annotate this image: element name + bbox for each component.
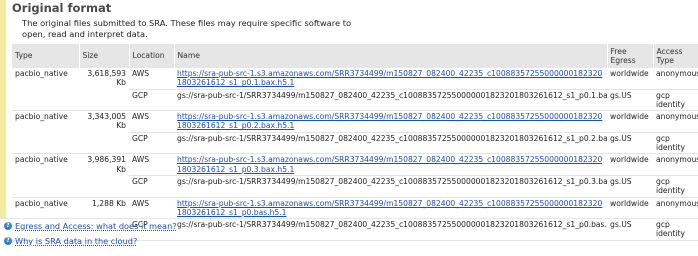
file-size-cell: 3,986,391 Kb xyxy=(79,153,129,198)
file-url-cell: https://sra-pub-src-1.s3.amazonaws.com/S… xyxy=(174,110,607,133)
file-download-link[interactable]: https://sra-pub-src-1.s3.amazonaws.com/S… xyxy=(177,69,602,87)
egress-cell: gs.US xyxy=(607,218,653,241)
file-size-cell: 3,343,005 Kb xyxy=(79,110,129,155)
location-cell: AWS xyxy=(129,197,174,220)
egress-cell: gs.US xyxy=(607,175,653,198)
egress-access-help-link[interactable]: ? Egress and Access: what does it mean? xyxy=(4,221,177,231)
file-type-cell: pacbio_native xyxy=(12,110,79,155)
file-download-link[interactable]: https://sra-pub-src-1.s3.amazonaws.com/S… xyxy=(177,155,602,173)
location-cell: GCP xyxy=(129,132,174,155)
location-cell: AWS xyxy=(129,153,174,176)
file-gs-path-cell: gs://sra-pub-src-1/SRR3734499/m150827_08… xyxy=(174,218,607,241)
column-header-access-type: Access Type xyxy=(653,44,698,68)
file-gs-path-cell: gs://sra-pub-src-1/SRR3734499/m150827_08… xyxy=(174,175,607,198)
file-gs-path-cell: gs://sra-pub-src-1/SRR3734499/m150827_08… xyxy=(174,132,607,155)
column-header-name: Name xyxy=(174,44,608,68)
table-header-row: Type Size Location Name Free Egress Acce… xyxy=(12,44,698,68)
egress-cell: worldwide xyxy=(607,68,653,90)
section-description: The original files submitted to SRA. The… xyxy=(22,18,352,39)
file-type-cell: pacbio_native xyxy=(12,153,79,198)
egress-cell: worldwide xyxy=(607,110,653,133)
question-circle-icon: ? xyxy=(4,222,12,230)
access-cell: anonymous xyxy=(653,110,698,133)
original-format-panel: Original format The original files submi… xyxy=(0,0,698,241)
table-row: pacbio_native 3,343,005 Kb AWS https://s… xyxy=(12,110,698,155)
access-cell: gcp identity xyxy=(653,175,698,198)
files-table: Type Size Location Name Free Egress Acce… xyxy=(12,44,698,241)
access-cell: anonymous xyxy=(653,197,698,220)
sra-cloud-help-link[interactable]: ? Why is SRA data in the cloud? xyxy=(4,236,137,246)
file-gs-path-cell: gs://sra-pub-src-1/SRR3734499/m150827_08… xyxy=(174,89,607,112)
table-row: pacbio_native 1,288 Kb AWS https://sra-p… xyxy=(12,197,698,241)
egress-cell: gs.US xyxy=(607,132,653,155)
column-header-location: Location xyxy=(129,44,175,68)
sra-cloud-help-label: Why is SRA data in the cloud? xyxy=(15,236,138,246)
egress-cell: gs.US xyxy=(607,89,653,112)
file-download-link[interactable]: https://sra-pub-src-1.s3.amazonaws.com/S… xyxy=(177,112,602,130)
location-cell: GCP xyxy=(129,175,174,198)
column-header-type: Type xyxy=(12,44,80,68)
question-circle-icon: ? xyxy=(4,237,12,245)
access-cell: gcp identity xyxy=(653,132,698,155)
table-row: pacbio_native 3,618,593 Kb AWS https://s… xyxy=(12,68,698,112)
access-cell: anonymous xyxy=(653,153,698,176)
access-cell: gcp identity xyxy=(653,218,698,241)
section-title: Original format xyxy=(12,1,112,15)
section-divider xyxy=(0,218,698,219)
access-cell: anonymous xyxy=(653,68,698,90)
location-cell: GCP xyxy=(129,89,174,112)
file-url-cell: https://sra-pub-src-1.s3.amazonaws.com/S… xyxy=(174,197,607,220)
file-type-cell: pacbio_native xyxy=(12,68,79,112)
file-download-link[interactable]: https://sra-pub-src-1.s3.amazonaws.com/S… xyxy=(177,199,602,217)
egress-cell: worldwide xyxy=(607,197,653,220)
access-cell: gcp identity xyxy=(653,89,698,112)
file-size-cell: 3,618,593 Kb xyxy=(79,68,129,112)
file-url-cell: https://sra-pub-src-1.s3.amazonaws.com/S… xyxy=(174,153,607,176)
file-url-cell: https://sra-pub-src-1.s3.amazonaws.com/S… xyxy=(174,68,607,90)
table-row: pacbio_native 3,986,391 Kb AWS https://s… xyxy=(12,153,698,198)
column-header-size: Size xyxy=(79,44,130,68)
egress-cell: worldwide xyxy=(607,153,653,176)
column-header-free-egress: Free Egress xyxy=(607,44,654,68)
location-cell: AWS xyxy=(129,68,174,90)
egress-access-help-label: Egress and Access: what does it mean? xyxy=(15,221,177,231)
location-cell: AWS xyxy=(129,110,174,133)
